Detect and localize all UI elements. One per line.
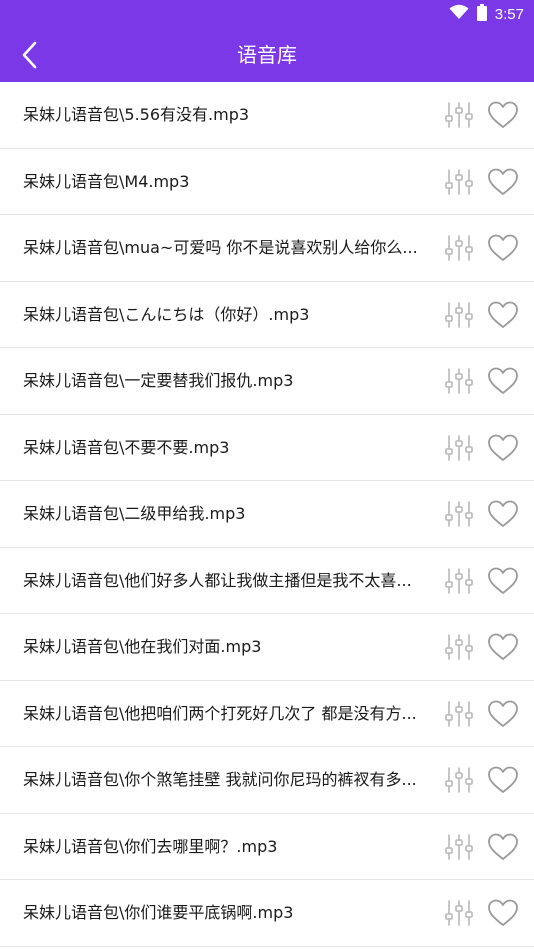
equalizer-button[interactable]	[444, 567, 474, 595]
favorite-button[interactable]	[487, 499, 519, 529]
favorite-button[interactable]	[487, 100, 519, 130]
equalizer-button[interactable]	[444, 833, 474, 861]
equalizer-button[interactable]	[444, 434, 474, 462]
heart-icon	[488, 899, 518, 926]
voice-list[interactable]: 呆妹儿语音包\5.56有没有.mp3 呆妹儿语音包\M4.mp3 呆妹儿语音包\…	[0, 82, 534, 949]
list-item[interactable]: 呆妹儿语音包\你个煞笔挂壁 我就问你尼玛的裤衩有多...	[0, 747, 534, 814]
equalizer-icon	[445, 833, 473, 860]
heart-icon	[488, 301, 518, 328]
voice-file-name: 呆妹儿语音包\他把咱们两个打死好几次了 都是没有方...	[23, 703, 417, 723]
voice-file-name: 呆妹儿语音包\M4.mp3	[23, 171, 190, 191]
favorite-button[interactable]	[487, 300, 519, 330]
list-item[interactable]: 呆妹儿语音包\他在我们对面.mp3	[0, 614, 534, 681]
equalizer-icon	[445, 102, 473, 128]
favorite-button[interactable]	[487, 765, 519, 795]
favorite-button[interactable]	[487, 632, 519, 662]
equalizer-button[interactable]	[444, 700, 474, 728]
list-item[interactable]: 呆妹儿语音包\二级甲给我.mp3	[0, 481, 534, 548]
heart-icon	[488, 567, 518, 594]
favorite-button[interactable]	[487, 366, 519, 396]
voice-file-name: 呆妹儿语音包\他在我们对面.mp3	[23, 637, 262, 656]
equalizer-icon	[445, 235, 473, 261]
equalizer-button[interactable]	[444, 766, 474, 794]
equalizer-button[interactable]	[444, 899, 474, 927]
list-item[interactable]: 呆妹儿语音包\他们好多人都让我做主播但是我不太喜...	[0, 547, 534, 614]
equalizer-icon	[445, 501, 473, 527]
equalizer-button[interactable]	[444, 367, 474, 395]
heart-icon	[488, 633, 518, 660]
equalizer-button[interactable]	[444, 633, 474, 661]
equalizer-icon	[445, 700, 473, 727]
voice-file-name: 呆妹儿语音包\他们好多人都让我做主播但是我不太喜...	[23, 570, 412, 590]
list-item[interactable]: 呆妹儿语音包\一定要替我们报仇.mp3	[0, 348, 534, 415]
list-item[interactable]: 呆妹儿语音包\你们去哪里啊？.mp3	[0, 813, 534, 880]
battery-icon	[476, 3, 487, 25]
list-item[interactable]: 呆妹儿语音包\不要不要.mp3	[0, 414, 534, 481]
heart-icon	[488, 101, 518, 128]
heart-icon	[488, 833, 518, 860]
heart-icon	[488, 234, 518, 261]
equalizer-button[interactable]	[444, 101, 474, 129]
voice-file-name: 呆妹儿语音包\mua~可爱吗 你不是说喜欢别人给你么...	[23, 238, 418, 257]
heart-icon	[488, 434, 518, 461]
equalizer-icon	[445, 634, 473, 660]
equalizer-button[interactable]	[444, 301, 474, 329]
equalizer-icon	[445, 301, 473, 328]
status-time: 3:57	[494, 5, 524, 23]
equalizer-icon	[445, 767, 473, 793]
favorite-button[interactable]	[487, 699, 519, 729]
voice-file-name: 呆妹儿语音包\こんにちは（你好）.mp3	[23, 304, 310, 324]
equalizer-icon	[445, 567, 473, 594]
favorite-button[interactable]	[487, 167, 519, 197]
voice-file-name: 呆妹儿语音包\5.56有没有.mp3	[23, 105, 250, 124]
voice-file-name: 呆妹儿语音包\你们谁要平底锅啊.mp3	[23, 903, 294, 922]
heart-icon	[488, 500, 518, 527]
equalizer-button[interactable]	[444, 168, 474, 196]
favorite-button[interactable]	[487, 233, 519, 263]
list-item[interactable]: 呆妹儿语音包\你们谁要平底锅啊.mp3	[0, 880, 534, 947]
favorite-button[interactable]	[487, 832, 519, 862]
status-right: 3:57	[449, 3, 524, 25]
favorite-button[interactable]	[487, 566, 519, 596]
list-item[interactable]: 呆妹儿语音包\こんにちは（你好）.mp3	[0, 281, 534, 348]
list-item[interactable]: 呆妹儿语音包\mua~可爱吗 你不是说喜欢别人给你么...	[0, 215, 534, 282]
wifi-icon	[449, 4, 469, 24]
voice-file-name: 呆妹儿语音包\你们去哪里啊？.mp3	[23, 836, 278, 856]
heart-icon	[488, 367, 518, 394]
voice-file-name: 呆妹儿语音包\一定要替我们报仇.mp3	[23, 371, 294, 390]
equalizer-icon	[445, 168, 473, 195]
heart-icon	[488, 700, 518, 727]
equalizer-icon	[445, 368, 473, 394]
voice-file-name: 呆妹儿语音包\你个煞笔挂壁 我就问你尼玛的裤衩有多...	[23, 770, 417, 789]
equalizer-icon	[445, 900, 473, 926]
favorite-button[interactable]	[487, 433, 519, 463]
voice-file-name: 呆妹儿语音包\二级甲给我.mp3	[23, 504, 246, 523]
app-bar: 语音库	[0, 28, 534, 82]
list-item[interactable]: 呆妹儿语音包\M4.mp3	[0, 148, 534, 215]
list-item[interactable]: 呆妹儿语音包\5.56有没有.mp3	[0, 82, 534, 149]
voice-file-name: 呆妹儿语音包\不要不要.mp3	[23, 437, 230, 457]
status-bar: 3:57	[0, 0, 534, 28]
equalizer-button[interactable]	[444, 500, 474, 528]
page-title: 语音库	[237, 43, 297, 67]
heart-icon	[488, 168, 518, 195]
favorite-button[interactable]	[487, 898, 519, 928]
equalizer-button[interactable]	[444, 234, 474, 262]
heart-icon	[488, 766, 518, 793]
list-item[interactable]: 呆妹儿语音包\他把咱们两个打死好几次了 都是没有方...	[0, 680, 534, 747]
equalizer-icon	[445, 434, 473, 461]
